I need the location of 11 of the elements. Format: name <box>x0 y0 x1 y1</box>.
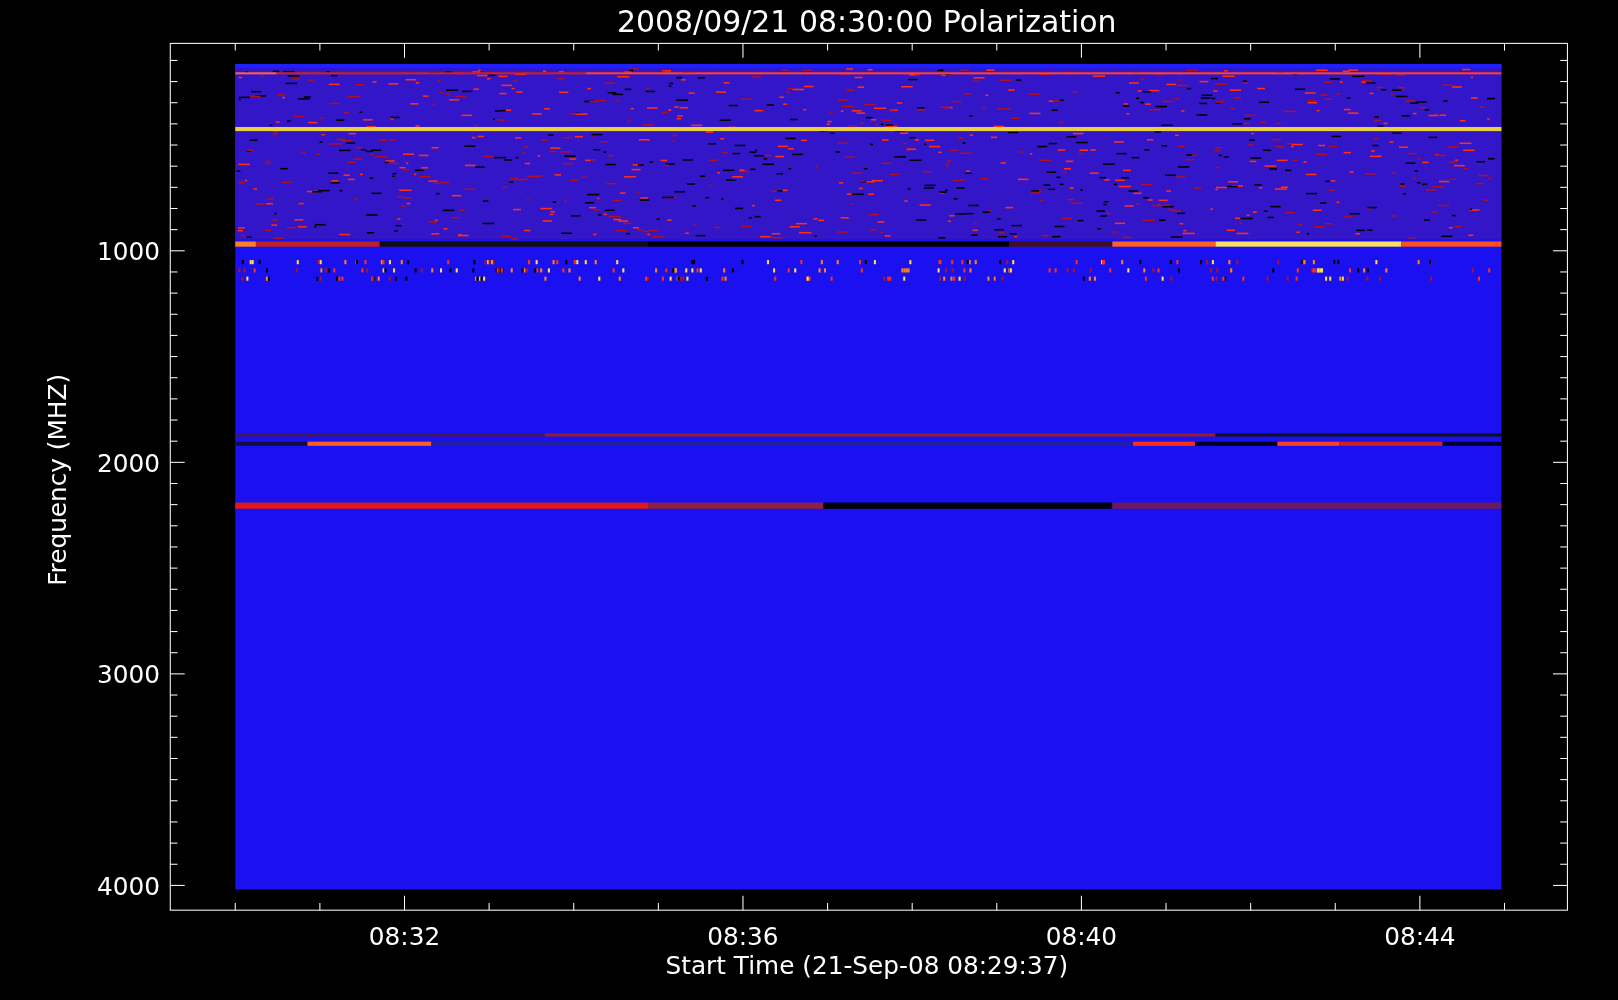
y-tick-label: 4000 <box>96 871 160 901</box>
x-tick-label: 08:40 <box>1045 922 1118 952</box>
chart-title: 2008/09/21 08:30:00 Polarization <box>617 4 1117 40</box>
x-axis-label: Start Time (21-Sep-08 08:29:37) <box>665 951 1069 981</box>
y-axis-label: Frequency (MHZ) <box>43 373 73 586</box>
y-tick-label: 2000 <box>96 448 160 478</box>
y-tick-label: 1000 <box>96 237 160 267</box>
x-tick-label: 08:36 <box>707 922 779 952</box>
x-tick-label: 08:32 <box>368 922 441 952</box>
x-tick-label: 08:44 <box>1384 922 1456 952</box>
y-tick-label: 3000 <box>96 660 160 690</box>
